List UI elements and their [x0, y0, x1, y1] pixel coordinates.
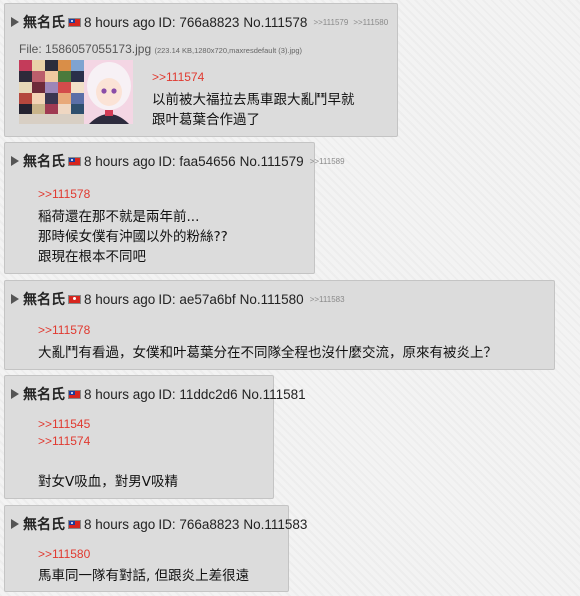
- poster-id[interactable]: ID: ae57a6bf: [158, 292, 235, 307]
- post-number[interactable]: No.111581: [242, 387, 306, 402]
- quote-link[interactable]: >>111580: [38, 547, 90, 561]
- post-text-line: 對女V吸血，對男V吸精: [38, 474, 178, 490]
- collapse-arrow-icon[interactable]: [11, 294, 19, 304]
- post-number[interactable]: No.111583: [243, 517, 307, 532]
- post-text-line: 大亂鬥有看過，女僕和叶葛葉分在不同隊全程也沒什麼交流，原來有被炎上？: [38, 345, 497, 361]
- collapse-arrow-icon[interactable]: [11, 156, 19, 166]
- poster-id[interactable]: ID: 11ddc2d6: [158, 387, 237, 402]
- post-number[interactable]: No.111580: [240, 292, 304, 307]
- post-time: 8 hours ago: [84, 14, 156, 30]
- thumbnail-image[interactable]: [19, 60, 133, 124]
- post-header: 無名氏 8 hours ago ID: 11ddc2d6 No.111581: [11, 386, 306, 402]
- poster-name: 無名氏: [23, 291, 65, 307]
- quote-link[interactable]: >>111578: [38, 323, 90, 337]
- post-text-line: 馬車同一隊有對話, 但跟炎上差很遠: [38, 568, 250, 584]
- post-text-line: 稲荷還在那不就是兩年前...: [38, 209, 200, 225]
- post-header: 無名氏 8 hours ago ID: faa54656 No.111579 >…: [11, 153, 345, 169]
- post-111580: 無名氏 8 hours ago ID: ae57a6bf No.111580 >…: [4, 280, 555, 370]
- taiwan-flag-icon: [68, 389, 81, 399]
- backlink[interactable]: >>111580: [353, 18, 388, 27]
- quote-link[interactable]: >>111578: [38, 187, 90, 201]
- post-number[interactable]: No.111579: [240, 154, 304, 169]
- poster-name: 無名氏: [23, 14, 65, 30]
- collapse-arrow-icon[interactable]: [11, 519, 19, 529]
- poster-id[interactable]: ID: 766a8823: [158, 15, 239, 30]
- file-info: File: 1586057055173.jpg (223.14 KB,1280x…: [19, 42, 302, 56]
- post-time: 8 hours ago: [84, 153, 156, 169]
- post-111583: 無名氏 8 hours ago ID: 766a8823 No.111583 >…: [4, 505, 307, 592]
- post-text-line: 那時候女僕有沖國以外的粉絲??: [38, 229, 228, 245]
- post-text-line: 跟現在根本不同吧: [38, 249, 146, 265]
- quote-link[interactable]: >>111545: [38, 417, 90, 431]
- poster-id[interactable]: ID: 766a8823: [158, 517, 239, 532]
- backlink[interactable]: >>111589: [310, 157, 345, 166]
- file-link[interactable]: 1586057055173.jpg: [45, 42, 151, 56]
- post-text-line: 跟叶葛葉合作過了: [152, 112, 260, 128]
- post-111578: 無名氏 8 hours ago ID: 766a8823 No.111578 >…: [4, 3, 398, 137]
- thumbnail-collage: [19, 60, 133, 124]
- post-111579: 無名氏 8 hours ago ID: faa54656 No.111579 >…: [4, 142, 345, 274]
- hong-kong-flag-icon: [68, 294, 81, 304]
- poster-name: 無名氏: [23, 386, 65, 402]
- poster-name: 無名氏: [23, 153, 65, 169]
- poster-id[interactable]: ID: faa54656: [158, 154, 235, 169]
- post-111581: 無名氏 8 hours ago ID: 11ddc2d6 No.111581 >…: [4, 375, 306, 499]
- quote-link[interactable]: >>111574: [152, 70, 204, 84]
- backlink[interactable]: >>111583: [310, 295, 345, 304]
- taiwan-flag-icon: [68, 156, 81, 166]
- collapse-arrow-icon[interactable]: [11, 17, 19, 27]
- post-number[interactable]: No.111578: [243, 15, 307, 30]
- quote-link[interactable]: >>111574: [38, 434, 90, 448]
- post-text-line: 以前被大福拉去馬車跟大亂鬥早就: [152, 92, 355, 108]
- file-details: (223.14 KB,1280x720,maxresdefault (3).jp…: [154, 46, 303, 55]
- post-time: 8 hours ago: [84, 516, 156, 532]
- poster-name: 無名氏: [23, 516, 65, 532]
- post-header: 無名氏 8 hours ago ID: ae57a6bf No.111580 >…: [11, 291, 345, 307]
- post-header: 無名氏 8 hours ago ID: 766a8823 No.111578 >…: [11, 14, 388, 30]
- post-time: 8 hours ago: [84, 386, 156, 402]
- post-time: 8 hours ago: [84, 291, 156, 307]
- backlink[interactable]: >>111579: [313, 18, 348, 27]
- post-header: 無名氏 8 hours ago ID: 766a8823 No.111583: [11, 516, 307, 532]
- collapse-arrow-icon[interactable]: [11, 389, 19, 399]
- taiwan-flag-icon: [68, 519, 81, 529]
- taiwan-flag-icon: [68, 17, 81, 27]
- file-label: File:: [19, 42, 42, 56]
